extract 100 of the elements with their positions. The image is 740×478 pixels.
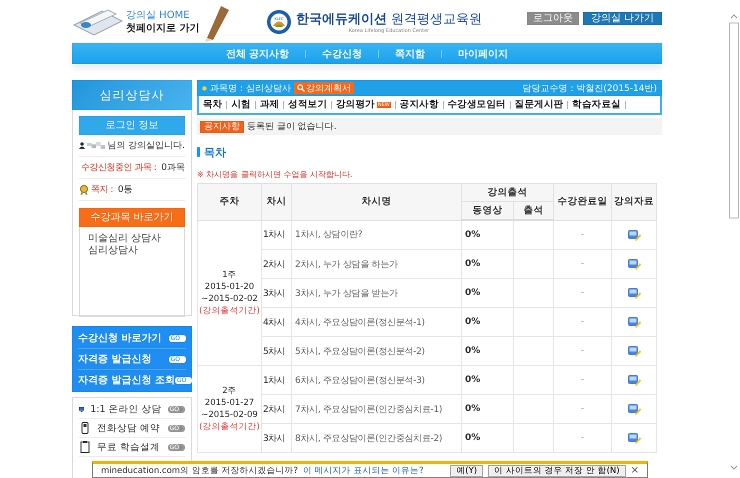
lesson-title-link[interactable]: 5차시, 주요상담이론(정신분석-2)	[292, 336, 462, 366]
video-progress-cell: 0%	[462, 308, 514, 336]
phone-icon	[79, 422, 91, 434]
session-cell: 1차시	[262, 366, 292, 394]
sidebar-title: 심리상담사	[72, 80, 192, 110]
notice-text: 등록된 글이 없습니다.	[247, 121, 337, 133]
video-progress-cell: 0%	[462, 250, 514, 278]
user-icon	[79, 141, 86, 150]
professor-name: 담당교수명 : 박철진(2015-14반)	[522, 82, 657, 94]
material-icon[interactable]	[627, 316, 641, 328]
session-cell: 3차시	[262, 424, 292, 452]
why-link[interactable]: 이 메시지가 표시되는 이유는?	[302, 464, 424, 476]
column-header: 출석	[514, 202, 554, 220]
material-icon[interactable]	[627, 432, 641, 444]
column-header: 수강완료일	[554, 184, 612, 220]
lesson-title-link[interactable]: 1차시, 상담이란?	[292, 220, 462, 250]
completion-date-cell: -	[554, 366, 612, 394]
column-header: 주차	[198, 184, 262, 220]
bullet-icon	[202, 86, 207, 90]
completion-date-cell: -	[554, 336, 612, 366]
search-icon	[296, 84, 305, 92]
close-icon[interactable]: ×	[630, 465, 639, 476]
syllabus-button[interactable]: 강의계획서	[294, 82, 354, 94]
column-header: 동영상	[462, 202, 514, 220]
tab[interactable]: 공지사항	[400, 98, 438, 111]
lesson-title-link[interactable]: 7차시, 주요상담이론(인간중심치료-1)	[292, 394, 462, 424]
lesson-title-link[interactable]: 8차시, 주요상담이론(인간중심치료-2)	[292, 424, 462, 452]
instruction-note: ※ 차시명을 클릭하시면 수업을 시작합니다.	[197, 169, 354, 181]
login-heading: 로그인 정보	[79, 116, 185, 135]
notes-count: 0통	[118, 184, 133, 196]
site-name: 한국에듀케이션	[296, 12, 387, 26]
completion-date-cell: -	[554, 308, 612, 336]
courses-heading: 수강과목 바로가기	[79, 208, 185, 227]
first-page-link[interactable]: 첫페이지로 가기	[126, 22, 200, 34]
service-link[interactable]: 전화상담 예약	[97, 422, 160, 434]
clipboard-icon	[79, 441, 91, 453]
section-title: 목차	[204, 144, 226, 160]
material-icon[interactable]	[627, 374, 641, 386]
save-password-question: mineducation.com의 암호를 저장하시겠습니까?	[101, 464, 298, 476]
material-icon[interactable]	[627, 228, 641, 241]
material-icon[interactable]	[627, 345, 641, 357]
service-link[interactable]: 무료 학습설계	[97, 440, 160, 454]
lesson-title-link[interactable]: 4차시, 주요상담이론(정신분석-1)	[292, 308, 462, 336]
medal-icon	[79, 184, 89, 194]
home-link[interactable]: 강의실 HOME	[126, 8, 200, 22]
material-icon[interactable]	[627, 403, 641, 415]
course-name: 과목명 : 심리상담사	[210, 82, 291, 94]
tab[interactable]: 강의평가	[336, 98, 375, 111]
week-cell: 1주 2015-01-20 ~2015-02-02 (강의출석기간)	[198, 220, 262, 366]
completion-date-cell: -	[554, 394, 612, 424]
completion-date-cell: -	[554, 250, 612, 278]
tab[interactable]: 목차	[203, 98, 222, 111]
video-progress-cell: 0%	[462, 278, 514, 308]
enrolled-label: 수강신청중인 과목 :	[81, 162, 156, 174]
tab[interactable]: 성적보기	[288, 98, 328, 111]
lesson-title-link[interactable]: 6차시, 주요상담이론(정신분석-3)	[292, 366, 462, 394]
course-link[interactable]: 미술심리 상담사	[88, 233, 176, 245]
notes-label: 쪽지 :	[91, 184, 113, 196]
tab[interactable]: 시험	[231, 98, 251, 111]
never-button[interactable]: 이 사이트의 경우 저장 안 함(N)	[488, 464, 626, 476]
session-cell: 2차시	[262, 250, 292, 278]
tab[interactable]: 과제	[260, 98, 280, 111]
welcome-text: 님의 강의실입니다.	[107, 140, 185, 152]
redacted-name	[87, 141, 106, 150]
enrolled-count: 0과목	[161, 162, 185, 174]
shortcut-link[interactable]: 자격증 발급신청	[78, 352, 152, 366]
material-icon[interactable]	[627, 287, 641, 299]
course-link[interactable]: 심리상담사	[88, 245, 176, 257]
exit-button[interactable]: 강의실 나가기	[582, 12, 662, 25]
session-cell: 2차시	[262, 394, 292, 424]
tab[interactable]: 질문게시판	[514, 98, 564, 111]
video-progress-cell: 0%	[462, 220, 514, 250]
completion-date-cell: -	[554, 424, 612, 452]
completion-date-cell: -	[554, 278, 612, 308]
column-header: 차시	[262, 184, 292, 220]
yes-button[interactable]: 예(Y)	[450, 464, 484, 476]
session-cell: 1차시	[262, 220, 292, 250]
video-progress-cell: 0%	[462, 394, 514, 424]
column-header: 차시명	[292, 184, 462, 220]
site-subname: 원격평생교육원	[391, 12, 482, 26]
lesson-title-link[interactable]: 3차시, 누가 상담을 받는가	[292, 278, 462, 308]
session-cell: 3차시	[262, 278, 292, 308]
logout-button[interactable]: 로그아웃	[526, 12, 579, 25]
lesson-title-link[interactable]: 2차시, 누가 상담을 하는가	[292, 250, 462, 278]
video-progress-cell: 0%	[462, 366, 514, 394]
notice-tag[interactable]: 공지사항	[200, 120, 244, 132]
column-header: 강의출석	[462, 184, 554, 202]
paper-roll-drawing	[72, 6, 124, 36]
shortcut-link[interactable]: 수강신청 바로가기	[78, 331, 162, 345]
tab[interactable]: 수강생모임터	[448, 98, 506, 111]
shortcut-link[interactable]: 자격증 발급신청 조회	[78, 373, 175, 387]
material-icon[interactable]	[627, 258, 641, 270]
service-link[interactable]: 1:1 온라인 상담	[90, 402, 162, 416]
video-progress-cell: 0%	[462, 424, 514, 452]
session-cell: 4차시	[262, 308, 292, 336]
video-progress-cell: 0%	[462, 336, 514, 366]
session-cell: 5차시	[262, 336, 292, 366]
column-header: 강의자료	[612, 184, 656, 220]
tab[interactable]: 학습자료실	[572, 98, 621, 111]
completion-date-cell: -	[554, 220, 612, 250]
